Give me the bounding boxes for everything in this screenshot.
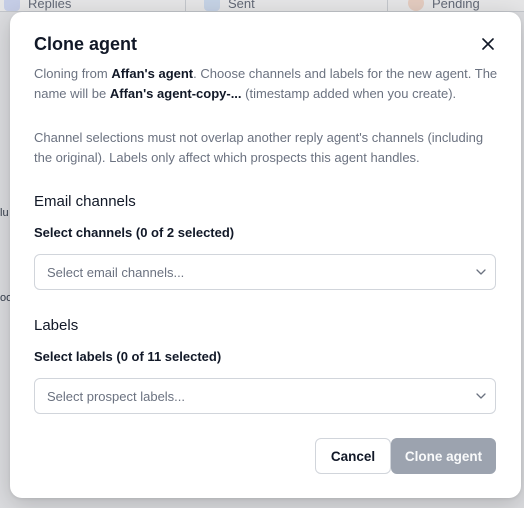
email-channels-placeholder: Select email channels... [47, 264, 185, 280]
close-button[interactable] [478, 34, 498, 54]
labels-heading: Labels [34, 317, 79, 334]
chevron-down-icon [467, 269, 495, 275]
source-agent-name: Affan's agent [111, 66, 194, 81]
labels-label: Select labels (0 of 11 selected) [34, 349, 222, 364]
labels-placeholder: Select prospect labels... [47, 388, 186, 404]
email-channels-select[interactable]: Select email channels... [34, 254, 496, 290]
description-text: (timestamp added when you create). [241, 86, 457, 101]
labels-select[interactable]: Select prospect labels... [34, 378, 496, 414]
email-channels-heading: Email channels [34, 193, 136, 210]
chevron-down-icon [467, 393, 495, 399]
dialog-description: Cloning from Affan's agent. Choose chann… [34, 64, 500, 104]
clone-agent-dialog: Clone agent Cloning from Affan's agent. … [10, 12, 521, 498]
overlap-note: Channel selections must not overlap anot… [34, 130, 484, 165]
clone-agent-button[interactable]: Clone agent [391, 438, 496, 474]
email-channels-label: Select channels (0 of 2 selected) [34, 225, 235, 240]
description-text: Cloning from [34, 66, 112, 81]
close-icon [482, 38, 494, 50]
dialog-title: Clone agent [34, 34, 138, 54]
new-agent-name: Affan's agent-copy-... [109, 86, 242, 101]
cancel-button[interactable]: Cancel [315, 438, 391, 474]
